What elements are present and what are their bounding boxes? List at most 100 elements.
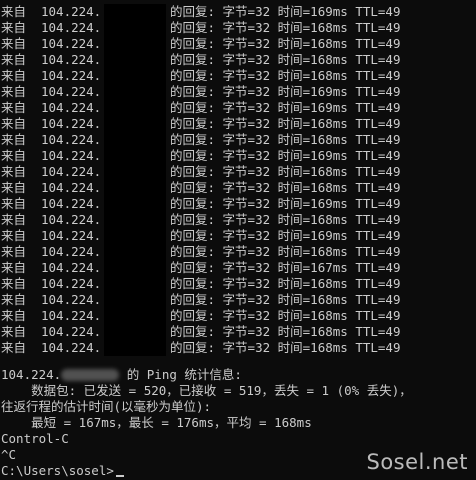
- reply-text: 的回复: 字节=32 时间=168ms TTL=49: [170, 340, 401, 355]
- reply-ip-start: 104.224.: [41, 324, 102, 339]
- ping-reply-line: 来自 104.224. 的回复: 字节=32 时间=168ms TTL=49: [0, 276, 476, 292]
- reply-prefix: 来自: [1, 308, 27, 323]
- reply-prefix: 来自: [1, 116, 27, 131]
- text-cursor: [115, 475, 124, 477]
- reply-text: 的回复: 字节=32 时间=168ms TTL=49: [170, 292, 401, 307]
- ip-redaction-mask: [104, 308, 166, 324]
- ip-redaction-mask: [104, 340, 166, 356]
- reply-text: 的回复: 字节=32 时间=169ms TTL=49: [170, 196, 401, 211]
- console-window[interactable]: 来自 104.224. 的回复: 字节=32 时间=169ms TTL=49 来自 10…: [0, 0, 476, 480]
- ip-redaction-mask: [104, 292, 166, 308]
- reply-ip-start: 104.224.: [41, 148, 102, 163]
- reply-ip-start: 104.224.: [41, 276, 102, 291]
- reply-ip-start: 104.224.: [41, 180, 102, 195]
- ping-reply-line: 来自 104.224. 的回复: 字节=32 时间=169ms TTL=49: [0, 100, 476, 116]
- prompt-text: C:\Users\sosel>: [1, 463, 114, 478]
- ping-reply-line: 来自 104.224. 的回复: 字节=32 时间=169ms TTL=49: [0, 196, 476, 212]
- ip-redaction-mask: [104, 20, 166, 36]
- ip-redaction-mask: [104, 164, 166, 180]
- reply-text: 的回复: 字节=32 时间=169ms TTL=49: [170, 4, 401, 19]
- reply-text: 的回复: 字节=32 时间=169ms TTL=49: [170, 148, 401, 163]
- reply-text: 的回复: 字节=32 时间=169ms TTL=49: [170, 84, 401, 99]
- reply-prefix: 来自: [1, 148, 27, 163]
- ping-reply-line: 来自 104.224. 的回复: 字节=32 时间=169ms TTL=49: [0, 148, 476, 164]
- ip-redaction-mask: [104, 276, 166, 292]
- reply-text: 的回复: 字节=32 时间=168ms TTL=49: [170, 116, 401, 131]
- reply-ip-start: 104.224.: [41, 132, 102, 147]
- ip-redaction-mask: [104, 100, 166, 116]
- reply-text: 的回复: 字节=32 时间=168ms TTL=49: [170, 52, 401, 67]
- ping-reply-line: 来自 104.224. 的回复: 字节=32 时间=168ms TTL=49: [0, 212, 476, 228]
- reply-text: 的回复: 字节=32 时间=168ms TTL=49: [170, 132, 401, 147]
- ping-reply-line: 来自 104.224. 的回复: 字节=32 时间=169ms TTL=49: [0, 84, 476, 100]
- ip-redaction-mask: [104, 324, 166, 340]
- reply-ip-start: 104.224.: [41, 100, 102, 115]
- ping-reply-line: 来自 104.224. 的回复: 字节=32 时间=168ms TTL=49: [0, 132, 476, 148]
- ip-redaction-mask: [104, 196, 166, 212]
- reply-prefix: 来自: [1, 244, 27, 259]
- reply-prefix: 来自: [1, 212, 27, 227]
- reply-text: 的回复: 字节=32 时间=168ms TTL=49: [170, 308, 401, 323]
- reply-ip-start: 104.224.: [41, 36, 102, 51]
- ip-redaction-mask: [104, 244, 166, 260]
- reply-prefix: 来自: [1, 324, 27, 339]
- reply-text: 的回复: 字节=32 时间=168ms TTL=49: [170, 212, 401, 227]
- reply-ip-start: 104.224.: [41, 84, 102, 99]
- reply-ip-start: 104.224.: [41, 228, 102, 243]
- stats-header: 104.224. 的 Ping 统计信息:: [1, 367, 242, 383]
- reply-ip-start: 104.224.: [41, 4, 102, 19]
- watermark: Sosel.net: [366, 450, 468, 474]
- reply-ip-start: 104.224.: [41, 308, 102, 323]
- caret-c-line: ^C: [1, 447, 17, 462]
- reply-prefix: 来自: [1, 292, 27, 307]
- ip-redaction-mask: [104, 148, 166, 164]
- reply-prefix: 来自: [1, 100, 27, 115]
- ping-reply-line: 来自 104.224. 的回复: 字节=32 时间=168ms TTL=49: [0, 244, 476, 260]
- reply-ip-start: 104.224.: [41, 116, 102, 131]
- control-c-line: Control-C: [1, 431, 69, 446]
- ip-redaction-mask: [104, 212, 166, 228]
- reply-text: 的回复: 字节=32 时间=169ms TTL=49: [170, 228, 401, 243]
- reply-prefix: 来自: [1, 20, 27, 35]
- reply-prefix: 来自: [1, 180, 27, 195]
- ip-redaction-mask: [104, 116, 166, 132]
- ping-reply-line: 来自 104.224. 的回复: 字节=32 时间=168ms TTL=49: [0, 164, 476, 180]
- reply-prefix: 来自: [1, 164, 27, 179]
- reply-ip-start: 104.224.: [41, 52, 102, 67]
- reply-prefix: 来自: [1, 260, 27, 275]
- ip-redaction-mask: [104, 84, 166, 100]
- reply-prefix: 来自: [1, 132, 27, 147]
- ip-redaction-mask: [104, 36, 166, 52]
- reply-ip-start: 104.224.: [41, 260, 102, 275]
- reply-prefix: 来自: [1, 276, 27, 291]
- reply-prefix: 来自: [1, 228, 27, 243]
- reply-prefix: 来自: [1, 52, 27, 67]
- reply-prefix: 来自: [1, 84, 27, 99]
- reply-text: 的回复: 字节=32 时间=168ms TTL=49: [170, 324, 401, 339]
- ping-reply-line: 来自 104.224. 的回复: 字节=32 时间=169ms TTL=49: [0, 228, 476, 244]
- stats-ip-start: 104.224.: [1, 367, 62, 382]
- ping-reply-line: 来自 104.224. 的回复: 字节=32 时间=168ms TTL=49: [0, 324, 476, 340]
- ping-reply-line: 来自 104.224. 的回复: 字节=32 时间=168ms TTL=49: [0, 340, 476, 356]
- ping-reply-line: 来自 104.224. 的回复: 字节=32 时间=168ms TTL=49: [0, 116, 476, 132]
- reply-ip-start: 104.224.: [41, 68, 102, 83]
- ping-reply-line: 来自 104.224. 的回复: 字节=32 时间=167ms TTL=49: [0, 260, 476, 276]
- reply-prefix: 来自: [1, 68, 27, 83]
- reply-text: 的回复: 字节=32 时间=168ms TTL=49: [170, 68, 401, 83]
- reply-text: 的回复: 字节=32 时间=168ms TTL=49: [170, 36, 401, 51]
- command-prompt[interactable]: C:\Users\sosel>: [1, 463, 124, 479]
- stats-rtt-values: 最短 = 167ms，最长 = 176ms，平均 = 168ms: [1, 415, 312, 430]
- reply-text: 的回复: 字节=32 时间=168ms TTL=49: [170, 244, 401, 259]
- reply-prefix: 来自: [1, 196, 27, 211]
- ping-reply-line: 来自 104.224. 的回复: 字节=32 时间=168ms TTL=49: [0, 36, 476, 52]
- reply-ip-start: 104.224.: [41, 20, 102, 35]
- reply-prefix: 来自: [1, 36, 27, 51]
- reply-ip-start: 104.224.: [41, 212, 102, 227]
- stats-rtt-header: 往返行程的估计时间(以毫秒为单位):: [1, 399, 212, 414]
- reply-text: 的回复: 字节=32 时间=168ms TTL=49: [170, 164, 401, 179]
- ip-redaction-mask: [104, 180, 166, 196]
- ip-redaction-mask: [104, 228, 166, 244]
- reply-text: 的回复: 字节=32 时间=168ms TTL=49: [170, 180, 401, 195]
- ping-reply-line: 来自 104.224. 的回复: 字节=32 时间=168ms TTL=49: [0, 180, 476, 196]
- ip-redaction-mask: [104, 4, 166, 20]
